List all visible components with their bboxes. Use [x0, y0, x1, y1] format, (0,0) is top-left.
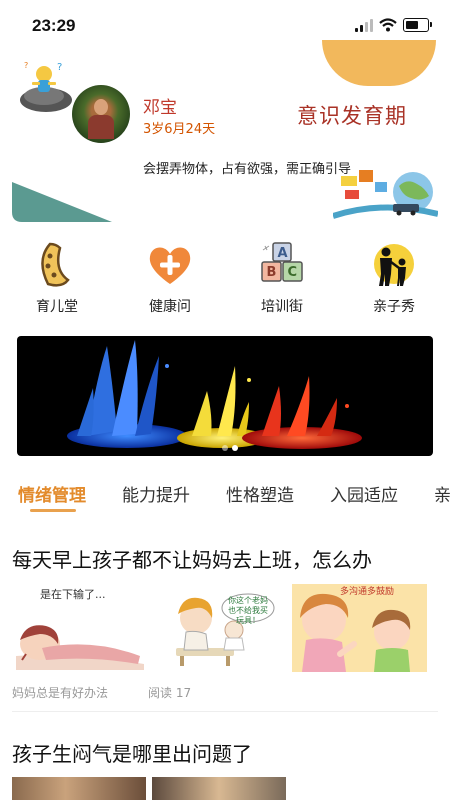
- cartoon-child-rock-illustration: ? ?: [20, 61, 72, 112]
- article-image-1[interactable]: [12, 777, 146, 800]
- parent-child-icon: [369, 240, 419, 290]
- article-title[interactable]: 孩子生闷气是哪里出问题了: [12, 738, 252, 767]
- nav-label: 健康问: [149, 299, 191, 315]
- tab-kindergarten-adaptation[interactable]: 入园适应: [330, 481, 398, 506]
- nav-item-parent-child-show[interactable]: 亲子秀: [354, 240, 434, 316]
- decor-yellow-half-circle: [322, 40, 436, 86]
- nav-label: 育儿堂: [36, 299, 78, 315]
- tab-character-shaping[interactable]: 性格塑造: [226, 481, 294, 506]
- battery-icon: [403, 18, 432, 32]
- article-divider: [12, 711, 438, 712]
- tab-parent-child-truncated[interactable]: 亲: [434, 481, 450, 506]
- promo-banner[interactable]: [17, 336, 433, 456]
- image-caption: 是在下输了...: [40, 588, 106, 601]
- svg-text:C: C: [288, 265, 298, 280]
- heart-plus-icon: [145, 240, 195, 290]
- abc-blocks-icon: A B C: [257, 240, 307, 290]
- child-age: 3岁6月24天: [143, 122, 216, 137]
- article-title[interactable]: 每天早上孩子都不让妈妈去上班，怎么办: [12, 544, 372, 573]
- status-time: 23:29: [32, 16, 76, 35]
- decor-teal-triangle: [12, 182, 112, 222]
- article-read-count: 阅读 17: [148, 686, 192, 700]
- article-image-2[interactable]: [152, 777, 286, 800]
- wifi-icon: [379, 18, 397, 32]
- nav-label: 亲子秀: [373, 299, 415, 315]
- crescent-book-icon: [32, 240, 82, 290]
- tab-emotion-management[interactable]: 情绪管理: [18, 481, 86, 506]
- stage-description: 会摆弄物体，占有欲强，需正确引导: [143, 162, 352, 177]
- active-tab-indicator: [30, 509, 76, 512]
- tab-ability-improvement[interactable]: 能力提升: [122, 481, 190, 506]
- svg-text:?: ?: [24, 61, 28, 70]
- nav-item-health-ask[interactable]: 健康问: [130, 240, 210, 316]
- article-image-3[interactable]: 多沟通多鼓励: [292, 584, 427, 672]
- svg-text:A: A: [278, 246, 288, 261]
- image-caption: 你这个老妈也不给我买玩具！: [228, 596, 268, 625]
- article-author[interactable]: 妈妈总是有好办法: [12, 684, 108, 701]
- cellular-signal-icon: [355, 19, 375, 32]
- svg-text:B: B: [267, 265, 277, 280]
- town-globe-illustration: [333, 170, 438, 219]
- development-stage-title: 意识发育期: [297, 104, 407, 128]
- article-image-1[interactable]: 是在下输了...: [12, 584, 148, 672]
- nav-label: 培训街: [261, 299, 303, 315]
- avatar[interactable]: [72, 85, 130, 143]
- nav-item-training-street[interactable]: A B C 培训街: [242, 240, 322, 316]
- child-name: 邓宝: [143, 98, 177, 118]
- nav-item-parenting-hall[interactable]: 育儿堂: [17, 240, 97, 316]
- article-image-2[interactable]: 你这个老妈也不给我买玩具！: [150, 584, 286, 672]
- svg-text:?: ?: [57, 62, 62, 73]
